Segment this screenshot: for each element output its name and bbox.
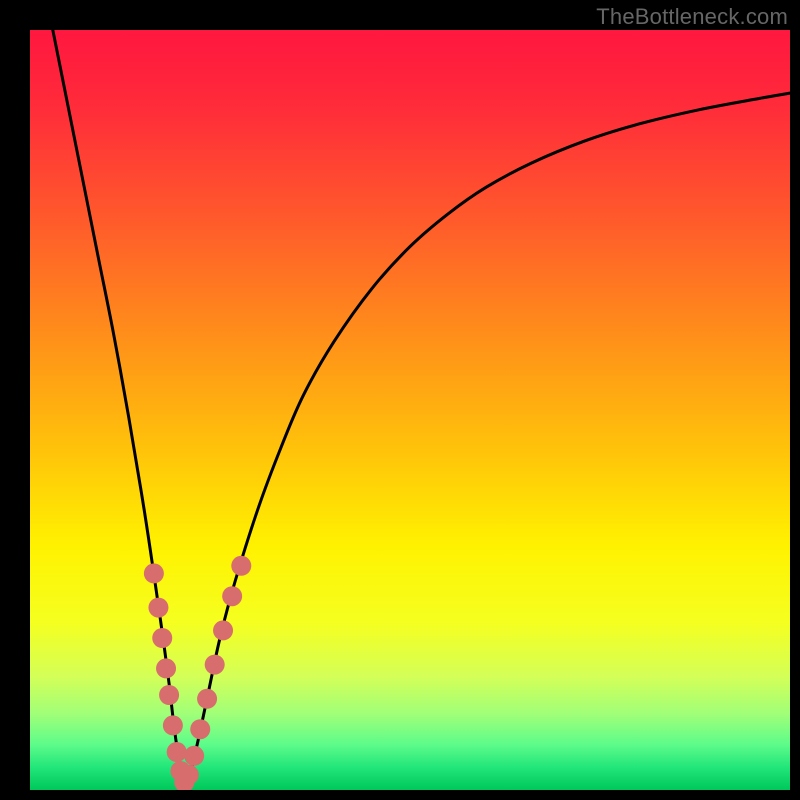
chart-frame: TheBottleneck.com	[0, 0, 800, 800]
marker-dot	[205, 655, 225, 675]
marker-dot	[167, 742, 187, 762]
marker-dot	[159, 685, 179, 705]
marker-dot	[148, 598, 168, 618]
marker-dot	[156, 658, 176, 678]
marker-dot	[213, 620, 233, 640]
watermark-text: TheBottleneck.com	[596, 4, 788, 30]
marker-dot	[179, 765, 199, 785]
gradient-background	[30, 30, 790, 790]
marker-dot	[197, 689, 217, 709]
marker-dot	[184, 746, 204, 766]
marker-dot	[152, 628, 172, 648]
marker-dot	[222, 586, 242, 606]
marker-dot	[144, 563, 164, 583]
marker-dot	[163, 715, 183, 735]
plot-area	[30, 30, 790, 790]
marker-dot	[190, 719, 210, 739]
plot-svg	[30, 30, 790, 790]
marker-dot	[231, 556, 251, 576]
